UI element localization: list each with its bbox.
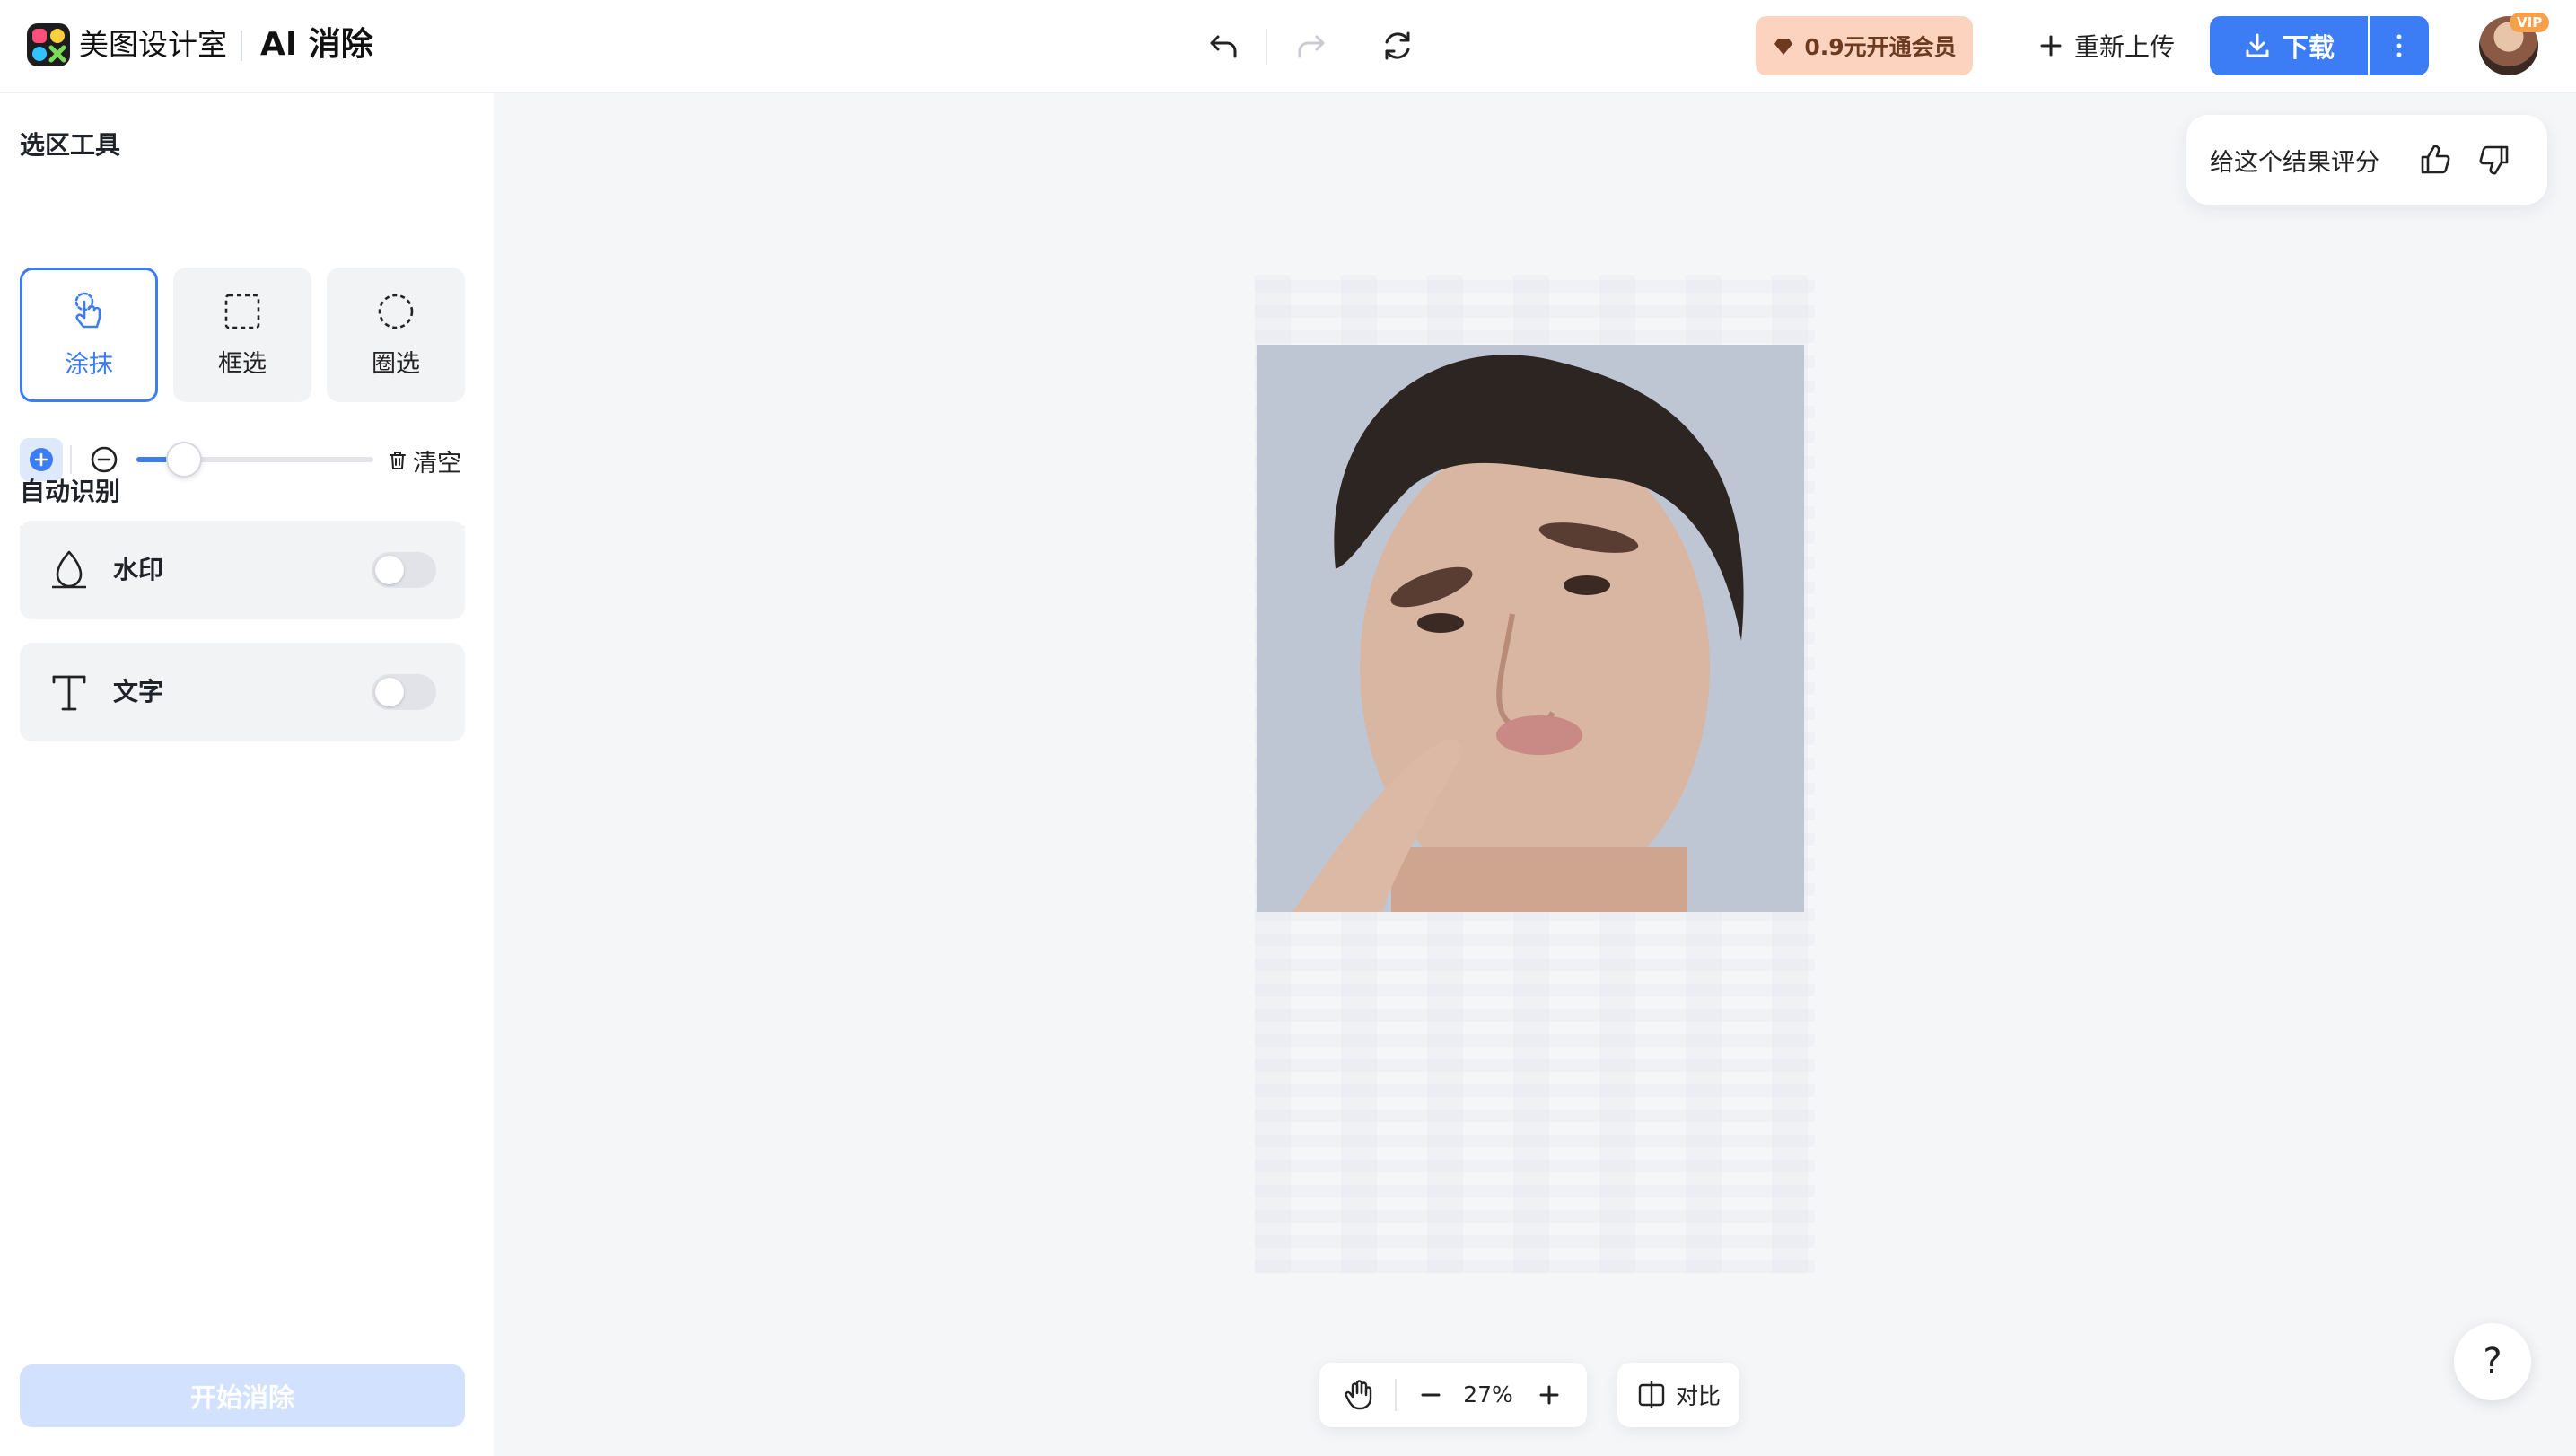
- app-logo-icon[interactable]: [27, 23, 70, 66]
- rating-panel: 给这个结果评分: [2186, 115, 2547, 205]
- vip-badge: VIP: [2510, 13, 2550, 32]
- auto-detect-title: 自动识别: [20, 477, 121, 506]
- clear-label: 清空: [413, 449, 461, 478]
- zoom-in-button[interactable]: [1524, 1370, 1574, 1420]
- download-label: 下载: [2282, 32, 2335, 63]
- tool-lasso-select-label: 圈选: [372, 349, 420, 378]
- tool-smear-button[interactable]: 涂抹: [20, 268, 158, 402]
- thumbs-up-icon: [2421, 145, 2450, 174]
- download-icon: [2246, 33, 2269, 57]
- rating-prompt: 给这个结果评分: [2210, 148, 2379, 177]
- toggle-knob: [375, 556, 404, 584]
- auto-detect-watermark-label: 水印: [113, 555, 164, 584]
- reset-button[interactable]: [1371, 20, 1424, 72]
- brush-size-slider[interactable]: [136, 442, 373, 478]
- hand-pointer-icon: [74, 292, 101, 328]
- auto-detect-text-row: 文字: [20, 643, 465, 741]
- top-bar: 美图设计室 AI 消除 0.9元开通会员 重新上传 下载 VIP: [0, 0, 2576, 93]
- history-divider: [1266, 29, 1267, 65]
- vip-upgrade-label: 0.9元开通会员: [1804, 34, 1957, 60]
- thumbs-down-icon: [2479, 145, 2509, 175]
- tool-rect-select-label: 框选: [218, 349, 267, 378]
- text-toggle[interactable]: [372, 674, 436, 710]
- product-title: AI 消除: [260, 26, 373, 63]
- trash-icon: [390, 452, 406, 469]
- auto-detect-text-label: 文字: [113, 677, 164, 706]
- undo-icon: [1210, 35, 1237, 58]
- left-sidebar: 选区工具 涂抹 框选 圈选 清空 自动识别 水印 文字 开始消除: [0, 93, 494, 1456]
- vip-upgrade-button[interactable]: 0.9元开通会员: [1756, 16, 1973, 75]
- brand-divider: [241, 31, 242, 61]
- watermark-toggle[interactable]: [372, 552, 436, 588]
- zoom-divider: [1395, 1379, 1397, 1411]
- plus-icon: [1539, 1385, 1559, 1405]
- thumbs-down-button[interactable]: [2468, 134, 2520, 186]
- zoom-level: 27%: [1463, 1381, 1513, 1408]
- tool-lasso-select-button[interactable]: 圈选: [327, 268, 465, 402]
- brand-name[interactable]: 美图设计室: [79, 23, 227, 66]
- zoom-toolbar: 27%: [1319, 1363, 1587, 1427]
- minus-circle-icon: [91, 446, 118, 473]
- tool-rect-select-button[interactable]: 框选: [173, 268, 311, 402]
- text-icon: [52, 675, 86, 711]
- zoom-out-button[interactable]: [1406, 1370, 1456, 1420]
- compare-button[interactable]: 对比: [1617, 1363, 1739, 1427]
- edit-image[interactable]: [1257, 345, 1804, 912]
- clear-button[interactable]: 清空: [388, 442, 461, 479]
- selection-tools-title: 选区工具: [20, 130, 121, 160]
- minus-icon: [1421, 1393, 1441, 1397]
- hand-icon: [1345, 1380, 1372, 1410]
- start-erase-button[interactable]: 开始消除: [20, 1364, 465, 1427]
- redo-button[interactable]: [1285, 20, 1337, 72]
- help-button[interactable]: ?: [2454, 1323, 2531, 1400]
- pan-tool-button[interactable]: [1334, 1370, 1384, 1420]
- thumbs-up-button[interactable]: [2409, 134, 2461, 186]
- reupload-label: 重新上传: [2073, 32, 2175, 62]
- plus-circle-icon: [30, 448, 53, 471]
- download-button[interactable]: 下载: [2210, 16, 2368, 75]
- tool-smear-label: 涂抹: [65, 350, 113, 379]
- download-more-button[interactable]: [2370, 16, 2429, 75]
- refresh-icon: [1385, 31, 1410, 60]
- diamond-heart-icon: [1774, 39, 1793, 55]
- reupload-button[interactable]: 重新上传: [2030, 16, 2183, 75]
- brush-size-handle[interactable]: [165, 442, 202, 478]
- toggle-knob: [375, 678, 404, 706]
- more-vertical-icon: [2396, 34, 2402, 57]
- compare-icon: [1638, 1381, 1665, 1408]
- redo-icon: [1298, 35, 1325, 58]
- brush-mode-divider: [70, 445, 72, 474]
- rect-select-icon: [224, 294, 260, 329]
- compare-label: 对比: [1675, 1383, 1721, 1409]
- plus-icon: [2040, 35, 2062, 57]
- lasso-select-icon: [378, 294, 414, 329]
- undo-button[interactable]: [1197, 20, 1249, 72]
- auto-detect-watermark-row: 水印: [20, 521, 465, 619]
- watermark-icon: [52, 550, 86, 589]
